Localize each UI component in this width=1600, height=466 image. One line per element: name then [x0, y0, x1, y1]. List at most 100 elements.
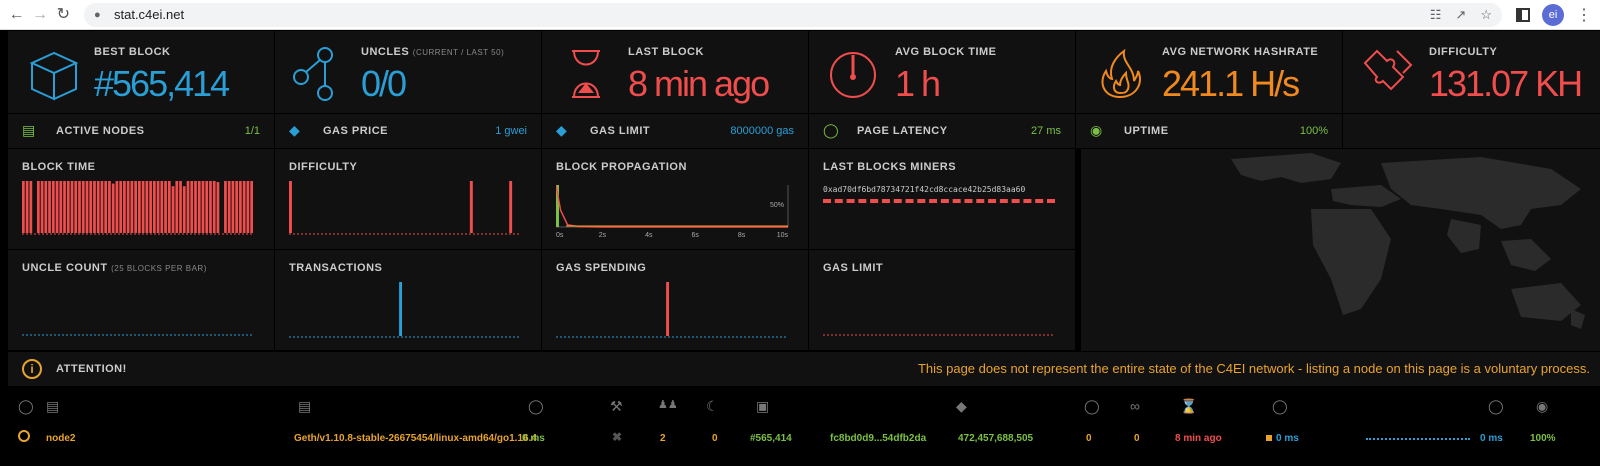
charts-grid: BLOCK TIME DIFFICULTY BLOCK PROPAGATION … — [8, 149, 1080, 351]
stat-avg-block-time: AVG BLOCK TIME 1 h — [809, 31, 1075, 113]
block-time-bars — [22, 181, 254, 235]
prop-tick-label: 0s — [556, 232, 564, 239]
chart-bar — [469, 181, 473, 233]
chart-block-propagation: BLOCK PROPAGATION 50% 0s 2s 4s 6s 8s 10s — [542, 149, 808, 249]
chart-title: TRANSACTIONS — [289, 262, 383, 274]
chart-block-time: BLOCK TIME — [8, 149, 274, 249]
uncles-check-icon[interactable]: ◯ — [1084, 398, 1100, 415]
difficulty-bars — [289, 181, 521, 235]
uptime-bulb-icon[interactable]: ◉ — [1536, 398, 1548, 415]
address-bar[interactable]: ● stat.c4ei.net ☷ ↗ ☆ — [83, 2, 1502, 27]
chart-bar — [89, 181, 93, 233]
stat-label: DIFFICULTY — [1429, 46, 1498, 58]
stat-label: AVG NETWORK HASHRATE — [1162, 46, 1319, 58]
node-name: node2 — [46, 433, 76, 444]
back-arrow-icon[interactable]: ← — [8, 4, 25, 26]
chart-bar — [289, 181, 292, 233]
small-label: GAS LIMIT — [590, 125, 651, 137]
small-label: PAGE LATENCY — [857, 125, 948, 137]
last-block-icon[interactable]: ▣ — [756, 398, 769, 415]
profile-avatar[interactable]: ei — [1541, 3, 1564, 26]
chart-bar — [25, 181, 29, 233]
chart-bar — [141, 181, 145, 233]
node-client: Geth/v1.10.8-stable-26675454/linux-amd64… — [294, 433, 537, 444]
mining-icon[interactable]: ⚒ — [610, 398, 623, 415]
chart-bar — [104, 181, 108, 233]
stat-label: LAST BLOCK — [628, 46, 704, 58]
chart-bar — [134, 181, 137, 233]
prop-tick-label: 10s — [777, 232, 789, 239]
fire-icon — [1101, 48, 1141, 99]
chart-bar — [190, 181, 194, 233]
node-pending: 0 — [712, 433, 718, 444]
chart-difficulty: DIFFICULTY — [275, 149, 541, 249]
chart-bar — [48, 181, 51, 233]
share-icon[interactable]: ↗ — [1455, 7, 1466, 23]
chart-bar — [70, 181, 74, 233]
prop-gauge-icon[interactable]: ◯ — [1272, 398, 1288, 415]
prop-tick-label: 8s — [738, 232, 746, 239]
node-name-icon[interactable]: ▤ — [46, 398, 59, 415]
node-row[interactable]: node2 Geth/v1.10.8-stable-26675454/linux… — [0, 424, 1600, 454]
small-page-latency: ◯ PAGE LATENCY 27 ms — [809, 114, 1075, 148]
prop-cumulative-line — [556, 184, 788, 228]
chart-bar — [44, 181, 48, 233]
reload-icon[interactable]: ↻ — [55, 4, 72, 26]
small-stats-row: ▤ ACTIVE NODES 1/1 ◆ GAS PRICE 1 gwei ◆ … — [8, 114, 1600, 148]
hourglass-icon[interactable]: ⌛ — [1180, 398, 1197, 415]
url-text: stat.c4ei.net — [113, 7, 185, 22]
chart-bar — [78, 181, 81, 233]
attention-bar: i ATTENTION! This page does not represen… — [8, 352, 1600, 386]
node-uptime: 100% — [1530, 433, 1556, 444]
node-uncles: 0 — [1086, 433, 1092, 444]
node-peers: 2 — [660, 433, 666, 444]
peers-icon[interactable]: ♟♟ — [658, 398, 678, 411]
forward-arrow-icon[interactable]: → — [31, 4, 48, 26]
small-gas-limit: ◆ GAS LIMIT 8000000 gas — [542, 114, 808, 148]
chart-bar — [149, 181, 152, 233]
propagation-gauge-icon[interactable]: ◯ — [1488, 398, 1504, 415]
chart-bar — [175, 181, 179, 233]
check-circle-icon[interactable]: ◯ — [18, 398, 34, 415]
chart-title: LAST BLOCKS MINERS — [823, 161, 957, 173]
not-mining-icon: ✖ — [612, 430, 623, 444]
stat-value: #565,414 — [94, 63, 230, 104]
difficulty-icon[interactable]: ◆ — [956, 398, 967, 415]
chart-transactions: TRANSACTIONS — [275, 250, 541, 350]
stat-value: 8 min ago — [628, 63, 770, 104]
star-icon[interactable]: ☆ — [1480, 7, 1492, 23]
tag-icon: ◆ — [556, 122, 567, 138]
chart-bar — [66, 181, 70, 233]
chart-bar — [51, 181, 55, 233]
gas-limit-line — [823, 334, 1055, 336]
lock-icon: ● — [93, 8, 101, 21]
stat-label: UNCLES (CURRENT / LAST 50) — [361, 46, 505, 58]
stat-hashrate: AVG NETWORK HASHRATE 241.1 H/s — [1076, 31, 1342, 113]
chart-bar — [85, 181, 89, 233]
latency-icon[interactable]: ◯ — [528, 398, 544, 415]
stat-value: 241.1 H/s — [1162, 63, 1300, 104]
chart-bar — [194, 181, 197, 233]
uncles-icon[interactable]: ∞ — [1130, 398, 1140, 414]
node-prop-avg: 0 ms — [1276, 433, 1299, 444]
chart-bar — [63, 181, 66, 233]
chart-bar — [152, 181, 156, 233]
pending-txs-icon[interactable]: ☾ — [706, 398, 719, 415]
chart-bar — [108, 181, 111, 233]
chart-bar — [40, 181, 44, 233]
translate-icon[interactable]: ☷ — [1430, 7, 1442, 23]
small-label: ACTIVE NODES — [56, 125, 145, 137]
stat-label: AVG BLOCK TIME — [895, 46, 997, 58]
menu-icon[interactable]: ⋮ — [1576, 5, 1592, 25]
uncle-count-bars — [22, 334, 254, 336]
side-panel-icon[interactable] — [1515, 7, 1530, 22]
client-type-icon[interactable]: ▤ — [298, 398, 311, 415]
chart-last-blocks-miners: LAST BLOCKS MINERS 0xad70df6bd78734721f4… — [809, 149, 1075, 249]
world-map[interactable] — [1081, 149, 1600, 351]
uncles-icon — [293, 47, 333, 101]
chart-bar — [130, 181, 134, 233]
chart-bar — [156, 181, 160, 233]
small-uptime: ◉ UPTIME 100% — [1076, 114, 1342, 148]
chart-bar — [96, 181, 100, 233]
small-empty — [1343, 114, 1600, 148]
